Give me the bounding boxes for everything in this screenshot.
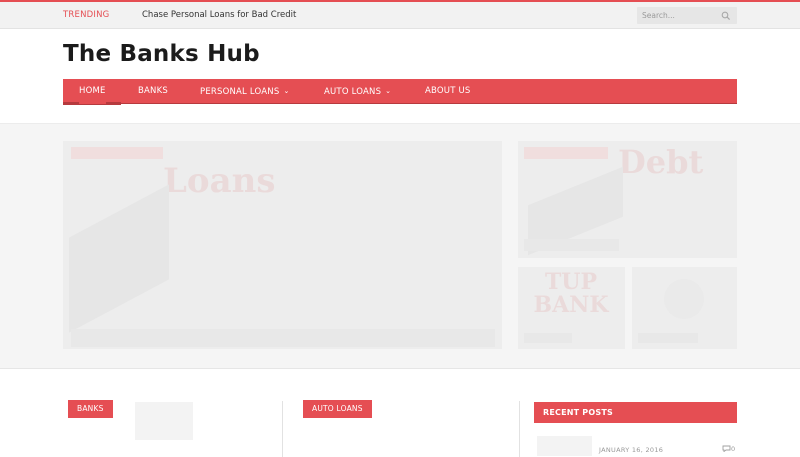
- featured-small-post-1[interactable]: TUP BANK: [518, 267, 625, 349]
- recent-post-thumbnail[interactable]: [537, 436, 592, 456]
- featured-small-post-2[interactable]: [632, 267, 737, 349]
- nav-item-label: ABOUT US: [425, 86, 471, 96]
- featured-side-post[interactable]: Debt: [518, 141, 737, 258]
- featured-category-tag: [71, 147, 163, 159]
- comment-count: 0: [731, 445, 736, 453]
- category-tag-banks[interactable]: BANKS: [68, 400, 113, 418]
- nav-item-banks[interactable]: BANKS: [138, 79, 168, 104]
- nav-item-label: BANKS: [138, 86, 168, 96]
- featured-image-hand: [69, 184, 169, 333]
- featured-side-image-text: Debt: [618, 143, 704, 181]
- featured-bank-image-text: TUP BANK: [533, 269, 609, 318]
- site-logo[interactable]: The Banks Hub: [63, 41, 260, 67]
- top-bar: TRENDING Chase Personal Loans for Bad Cr…: [0, 0, 800, 29]
- nav-item-label: AUTO LOANS: [324, 87, 382, 97]
- featured-slider: Loans Debt TUP BANK: [0, 123, 800, 369]
- featured-small-image-shape: [664, 279, 704, 319]
- featured-image-text: Loans: [163, 161, 276, 201]
- search-icon[interactable]: [721, 11, 731, 21]
- column-divider: [519, 401, 520, 457]
- trending-label: TRENDING: [63, 10, 110, 20]
- nav-item-about-us[interactable]: ABOUT US: [425, 79, 471, 104]
- recent-post-date: JANUARY 16, 2016: [599, 446, 664, 454]
- chevron-down-icon: ⌄: [385, 87, 392, 95]
- search-input[interactable]: [637, 7, 719, 24]
- main-nav: HOME BANKS PERSONAL LOANS ⌄ AUTO LOANS ⌄ A…: [63, 79, 737, 105]
- chevron-down-icon: ⌄: [283, 87, 290, 95]
- comment-icon: [722, 445, 731, 453]
- featured-small-title: [524, 333, 572, 343]
- search-box: [637, 7, 737, 24]
- featured-small-title: [638, 333, 698, 343]
- recent-post-comments[interactable]: 0: [722, 445, 735, 453]
- featured-main-title: [71, 329, 495, 347]
- column-divider: [282, 401, 283, 457]
- nav-item-home[interactable]: HOME: [79, 79, 106, 104]
- featured-main-post[interactable]: Loans: [63, 141, 502, 349]
- nav-item-label: HOME: [79, 86, 106, 96]
- featured-category-tag: [524, 147, 608, 159]
- nav-item-label: PERSONAL LOANS: [200, 87, 280, 97]
- recent-posts-header: RECENT POSTS: [534, 402, 737, 423]
- trending-link[interactable]: Chase Personal Loans for Bad Credit: [142, 10, 296, 20]
- nav-item-auto-loans[interactable]: AUTO LOANS ⌄: [324, 79, 391, 104]
- post-thumbnail[interactable]: [135, 402, 193, 440]
- category-tag-auto-loans[interactable]: AUTO LOANS: [303, 400, 372, 418]
- recent-posts-title: RECENT POSTS: [543, 408, 613, 417]
- featured-side-title: [524, 239, 619, 251]
- nav-item-personal-loans[interactable]: PERSONAL LOANS ⌄: [200, 79, 290, 104]
